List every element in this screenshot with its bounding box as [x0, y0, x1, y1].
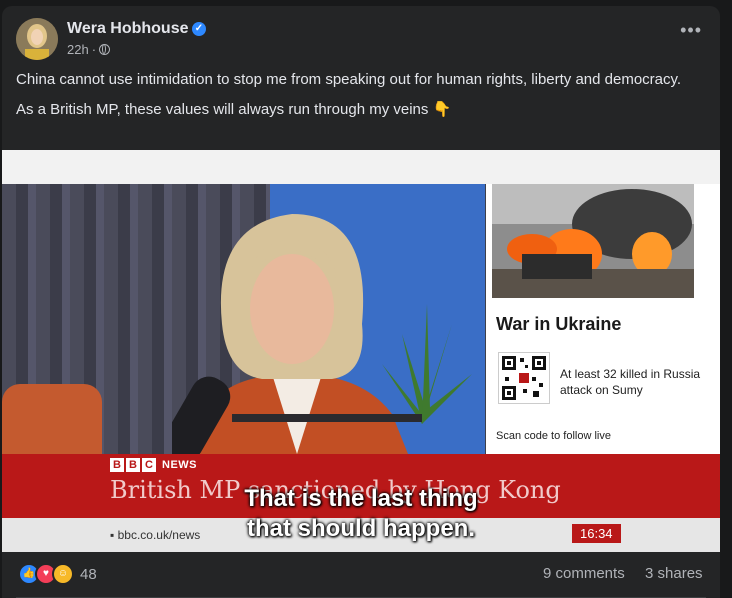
globe-icon: [99, 44, 111, 55]
author-avatar[interactable]: [16, 18, 58, 60]
sidebar-news-item: At least 32 killed in Russia attack on S…: [560, 367, 701, 397]
video-frame[interactable]: War in Ukraine At least 32 killed in Rus…: [2, 184, 720, 552]
reaction-count[interactable]: 48: [80, 566, 97, 583]
author-name[interactable]: Wera Hobhouse: [67, 20, 189, 38]
more-options-button[interactable]: •••: [680, 20, 702, 41]
verified-badge-icon: ✓: [192, 22, 206, 36]
care-reaction-icon: ☺: [52, 563, 74, 585]
comments-count-link[interactable]: 9 comments: [543, 565, 625, 582]
meta-separator: ·: [91, 42, 97, 57]
brand-label: NEWS: [162, 459, 197, 471]
post-text-line: As a British MP, these values will alway…: [16, 101, 452, 118]
post-card: Wera Hobhouse ✓ 22h · ••• China cannot u…: [2, 6, 720, 598]
bbc-news-logo: B B C NEWS: [110, 458, 197, 472]
subtitle-line: That is the last thing: [244, 485, 478, 512]
post-text: China cannot use intimidation to stop me…: [16, 70, 706, 130]
post-header: Wera Hobhouse ✓ 22h · •••: [2, 6, 720, 66]
speaker-graphic: [172, 214, 422, 464]
post-meta: 22h ·: [67, 42, 111, 57]
brand-letter: B: [110, 458, 124, 472]
qr-code-icon: [498, 352, 550, 404]
sofa-graphic: [2, 384, 102, 464]
brand-letter: B: [126, 458, 140, 472]
brand-letter: C: [142, 458, 156, 472]
post-time[interactable]: 22h: [67, 42, 89, 57]
ukraine-news-image: [492, 184, 694, 298]
post-footer: 👍 ♥ ☺ 48 9 comments 3 shares: [2, 554, 720, 598]
reactions-summary[interactable]: 👍 ♥ ☺ 48: [18, 563, 97, 585]
subtitle-line: that should happen.: [247, 515, 475, 542]
post-text-line: China cannot use intimidation to stop me…: [16, 71, 682, 88]
scan-code-text: Scan code to follow live: [496, 430, 611, 442]
video-player[interactable]: War in Ukraine At least 32 killed in Rus…: [2, 150, 720, 552]
news-sidebar: War in Ukraine At least 32 killed in Rus…: [486, 184, 720, 454]
shares-count-link[interactable]: 3 shares: [645, 565, 703, 582]
sidebar-title: War in Ukraine: [496, 314, 622, 334]
video-subtitle: That is the last thing that should happe…: [2, 484, 720, 544]
